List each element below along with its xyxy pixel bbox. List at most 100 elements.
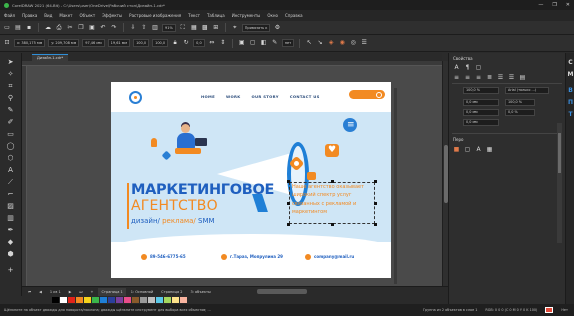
cloud-icon[interactable]: ☁ bbox=[44, 24, 52, 32]
print-icon[interactable]: ⎙ bbox=[55, 24, 63, 32]
eyedropper-tool-icon[interactable]: ✒ bbox=[5, 225, 16, 235]
page-tab-1[interactable]: Страница 1 bbox=[98, 287, 126, 296]
drop-shadow-tool-icon[interactable]: ▨ bbox=[5, 201, 16, 211]
angle-field[interactable]: 0,0 bbox=[193, 39, 205, 47]
add-tool-icon[interactable]: + bbox=[5, 265, 16, 275]
email-text[interactable]: company@mail.ru bbox=[314, 254, 354, 259]
selection-handle[interactable] bbox=[374, 180, 377, 183]
text-tool-icon[interactable]: A bbox=[5, 165, 16, 175]
menu-edit[interactable]: Правка bbox=[22, 13, 37, 18]
shape-tool-icon[interactable]: ✧ bbox=[5, 69, 16, 79]
docker-tab-4[interactable]: П bbox=[567, 99, 574, 107]
last-page-button[interactable]: ⏭ bbox=[76, 288, 85, 296]
interactive-fill-tool-icon[interactable]: ◆ bbox=[5, 237, 16, 247]
nav-work[interactable]: WORK bbox=[226, 94, 240, 99]
guidelines-icon[interactable]: ⊞ bbox=[212, 24, 220, 32]
object-origin-icon[interactable]: ⊡ bbox=[3, 39, 11, 47]
page-tab-4[interactable]: 3: объекты bbox=[187, 288, 213, 296]
scale-y-field[interactable]: 100,0 bbox=[152, 39, 169, 47]
document-tab[interactable]: Дизайн-1.cdr* bbox=[32, 54, 69, 61]
prev-page-button[interactable]: ◀ bbox=[36, 288, 45, 296]
nav-contact-us[interactable]: CONTACT US bbox=[290, 94, 320, 99]
phone-text[interactable]: 89-546-6775-65 bbox=[150, 254, 186, 259]
justify-icon[interactable]: ≣ bbox=[486, 74, 493, 81]
grid-table-icon[interactable]: ▦ bbox=[486, 146, 493, 153]
zoom-level-field[interactable]: 91% bbox=[162, 23, 176, 32]
menu-help[interactable]: Справка bbox=[285, 13, 303, 18]
character-icon[interactable]: A bbox=[453, 64, 460, 71]
docker-scrollbar-thumb[interactable] bbox=[558, 133, 561, 173]
align-right-icon[interactable]: ≡ bbox=[475, 74, 482, 81]
arrow-start-icon[interactable]: ↖ bbox=[305, 39, 313, 47]
next-page-button[interactable]: ▶ bbox=[66, 288, 75, 296]
force-justify-icon[interactable]: ☰ bbox=[508, 74, 515, 81]
height-field[interactable]: 19,61 мм bbox=[107, 39, 131, 47]
frame-icon[interactable]: ▢ bbox=[475, 64, 482, 71]
outline-icon[interactable]: ▢ bbox=[464, 146, 471, 153]
show-rulers-icon[interactable]: ▦ bbox=[190, 24, 198, 32]
percent-field-1[interactable]: 100,0 % bbox=[505, 99, 535, 106]
selection-handle[interactable] bbox=[331, 223, 334, 226]
fill-color-icon[interactable]: ■ bbox=[453, 146, 460, 153]
import-icon[interactable]: ⇩ bbox=[129, 24, 137, 32]
no-alignment-icon[interactable]: ▤ bbox=[519, 74, 526, 81]
scale-width-field[interactable]: 100,0 % bbox=[463, 87, 499, 94]
trim-icon[interactable]: ◉ bbox=[338, 39, 346, 47]
subheadline-text[interactable]: АГЕНТСТВО bbox=[131, 199, 218, 214]
align-left-icon[interactable]: ≡ bbox=[453, 74, 460, 81]
menu-object[interactable]: Объект bbox=[80, 13, 96, 18]
open-folder-icon[interactable]: ▤ bbox=[14, 24, 22, 32]
address-text[interactable]: г.Тараз, Мопрулина 29 bbox=[230, 254, 283, 259]
description-text[interactable]: Наше агентство оказывает широкий спектр … bbox=[292, 183, 376, 217]
color-swatch[interactable] bbox=[148, 297, 155, 303]
weld-icon[interactable]: ◈ bbox=[327, 39, 335, 47]
lock-ratio-icon[interactable]: 🔒︎ bbox=[171, 39, 179, 47]
color-swatch[interactable] bbox=[108, 297, 115, 303]
close-button[interactable]: ✕ bbox=[566, 1, 570, 9]
export-icon[interactable]: ⇧ bbox=[140, 24, 148, 32]
color-swatch[interactable] bbox=[92, 297, 99, 303]
ungroup-icon[interactable]: ▢ bbox=[249, 39, 257, 47]
color-swatch[interactable] bbox=[116, 297, 123, 303]
indent-right-field[interactable]: 0,0 мм bbox=[463, 119, 499, 126]
horizontal-scrollbar-thumb[interactable] bbox=[257, 289, 307, 294]
selection-handle[interactable] bbox=[287, 223, 290, 226]
color-swatch[interactable] bbox=[84, 297, 91, 303]
font-dropdown[interactable]: Arial (только ...) bbox=[505, 87, 549, 94]
menu-window[interactable]: Окно bbox=[267, 13, 278, 18]
search-pill-icon[interactable] bbox=[349, 90, 385, 99]
docker-tab-1[interactable]: С bbox=[567, 59, 574, 67]
artistic-media-tool-icon[interactable]: ✐ bbox=[5, 117, 16, 127]
arrow-end-icon[interactable]: ↘ bbox=[316, 39, 324, 47]
menu-text[interactable]: Текст bbox=[188, 13, 200, 18]
color-swatch[interactable] bbox=[100, 297, 107, 303]
color-swatch[interactable] bbox=[52, 297, 59, 303]
menu-table[interactable]: Таблица bbox=[207, 13, 225, 18]
docker-tab-5[interactable]: Т bbox=[567, 111, 574, 119]
headline-text[interactable]: МАРКЕТИНГОВОЕ bbox=[131, 183, 274, 198]
show-grid-icon[interactable]: ▩ bbox=[201, 24, 209, 32]
indent-left-field[interactable]: 0,0 мм bbox=[463, 109, 499, 116]
docker-tab-3[interactable]: В bbox=[567, 87, 574, 95]
indent-first-field[interactable]: 0,0 мм bbox=[463, 99, 499, 106]
page-tab-3[interactable]: Страница 2 bbox=[158, 288, 185, 296]
smart-fill-tool-icon[interactable]: ⬢ bbox=[5, 249, 16, 259]
mirror-horizontal-icon[interactable]: ⇔ bbox=[208, 39, 216, 47]
minimize-button[interactable]: — bbox=[538, 1, 543, 9]
color-swatch[interactable] bbox=[60, 297, 67, 303]
color-swatch[interactable] bbox=[164, 297, 171, 303]
services-text[interactable]: дизайн/ реклама/ SMM bbox=[131, 217, 215, 225]
first-page-button[interactable]: ⏮ bbox=[25, 288, 34, 296]
pick-tool-icon[interactable]: ➤ bbox=[5, 57, 16, 67]
text-style-icon[interactable]: A bbox=[475, 146, 482, 153]
docker-scrollbar[interactable] bbox=[557, 123, 562, 243]
color-swatch[interactable] bbox=[124, 297, 131, 303]
selection-handle[interactable] bbox=[374, 202, 377, 205]
paragraph-icon[interactable]: ¶ bbox=[464, 64, 471, 71]
rectangle-tool-icon[interactable]: ▭ bbox=[5, 129, 16, 139]
menu-view[interactable]: Вид bbox=[44, 13, 52, 18]
maximize-button[interactable]: ❐ bbox=[552, 1, 556, 9]
outline-pen-icon[interactable]: ✎ bbox=[271, 39, 279, 47]
scale-x-field[interactable]: 100,0 bbox=[133, 39, 150, 47]
cut-icon[interactable]: ✂ bbox=[66, 24, 74, 32]
